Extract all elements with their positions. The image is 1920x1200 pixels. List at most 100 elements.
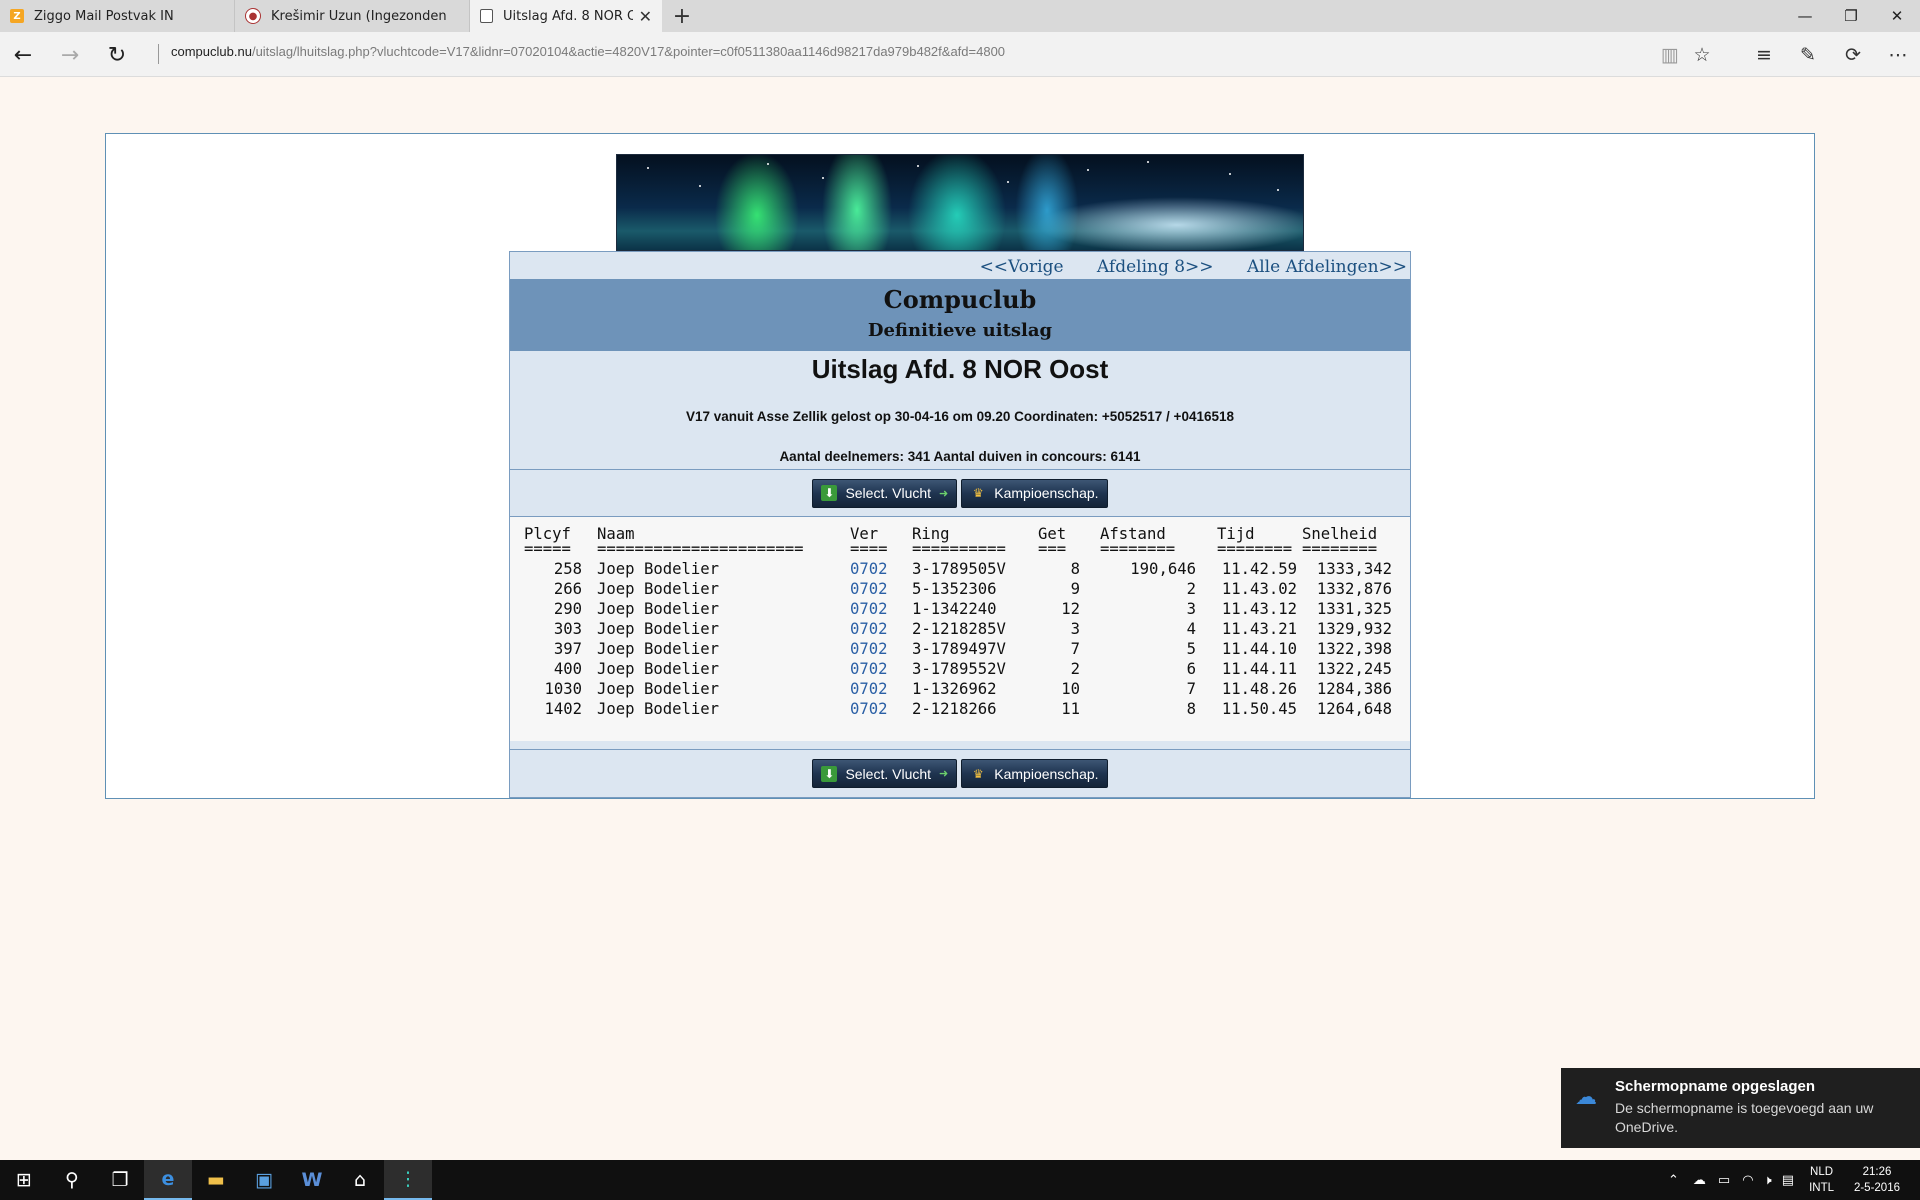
url-field[interactable]: compuclub.nu/uitslag/lhuitslag.php?vluch…: [158, 44, 1005, 64]
cell-naam: Joep Bodelier: [597, 560, 720, 578]
volume-mute-icon[interactable]: 🕨: [1764, 1173, 1772, 1188]
reading-view-icon[interactable]: ▥: [1656, 42, 1684, 68]
home-icon[interactable]: ⌂: [336, 1160, 384, 1200]
cell-tijd: 11.42.59: [1221, 560, 1297, 578]
app-tree-icon[interactable]: ⋮: [384, 1160, 432, 1200]
cell-tijd: 11.43.12: [1221, 600, 1297, 618]
aurora-banner-image: [616, 154, 1304, 251]
wifi-icon[interactable]: ◠: [1742, 1173, 1753, 1188]
cell-ver[interactable]: 0702: [850, 599, 900, 619]
cell-naam: Joep Bodelier: [597, 700, 720, 718]
cell-ring: 2-1218285V: [912, 620, 1006, 638]
all-afdelingen-link[interactable]: Alle Afdelingen>>: [1247, 257, 1407, 277]
separator: ====: [850, 540, 888, 558]
button-row-bottom: ⬇ Select. Vlucht ➜ ♛ Kampioenschap.: [510, 749, 1410, 797]
separator: ======================: [597, 540, 804, 558]
tab-title: Krešimir Uzun (Ingezonden: [271, 8, 447, 24]
clock[interactable]: 21:26 2-5-2016: [1854, 1164, 1900, 1196]
task-view-icon[interactable]: ❐: [96, 1160, 144, 1200]
table-row: 1402 Joep Bodelier 0702 2-1218266 11 8 11.50.4…: [510, 699, 1410, 719]
cell-ver[interactable]: 0702: [850, 639, 900, 659]
cell-get: 8: [1070, 560, 1080, 578]
championship-button[interactable]: ♛ Kampioenschap.: [961, 478, 1108, 508]
race-info: Uitslag Afd. 8 NOR Oost V17 vanuit Asse …: [510, 351, 1410, 469]
download-icon: ⬇: [821, 485, 838, 501]
club-name: Compuclub: [883, 285, 1037, 314]
language-indicator[interactable]: NLD INTL: [1809, 1164, 1834, 1196]
restore-icon[interactable]: ❐: [1828, 0, 1874, 32]
cell-afstand: 190,646: [1130, 560, 1196, 578]
battery-icon[interactable]: ▭: [1718, 1173, 1730, 1188]
cell-snelheid: 1329,932: [1316, 620, 1392, 638]
cell-ver[interactable]: 0702: [850, 699, 900, 719]
file-explorer-icon[interactable]: ▬: [192, 1160, 240, 1200]
cell-naam: Joep Bodelier: [597, 640, 720, 658]
select-flight-button[interactable]: ⬇ Select. Vlucht ➜: [812, 478, 958, 508]
championship-label: Kampioenschap.: [994, 765, 1099, 782]
close-window-icon[interactable]: ✕: [1874, 0, 1920, 32]
refresh-icon[interactable]: ↻: [102, 40, 132, 70]
chevron-up-icon[interactable]: ⌃: [1668, 1173, 1679, 1188]
forward-arrow-icon[interactable]: →: [55, 40, 85, 70]
edge-browser-icon[interactable]: e: [144, 1160, 192, 1200]
separator: ========: [1100, 540, 1176, 558]
participants-info: Aantal deelnemers: 341 Aantal duiven in …: [779, 449, 1141, 464]
cell-ver[interactable]: 0702: [850, 619, 900, 639]
cell-snelheid: 1322,245: [1316, 660, 1392, 678]
remote-desktop-icon[interactable]: ▣: [240, 1160, 288, 1200]
hub-icon[interactable]: ≡: [1750, 42, 1778, 68]
word-icon[interactable]: W: [288, 1160, 336, 1200]
cell-plcyf: 397: [553, 640, 582, 658]
table-separator-row: ===== ====================== ==== ======…: [510, 539, 1377, 559]
cell-ring: 3-1789505V: [912, 560, 1006, 578]
cell-plcyf: 303: [553, 620, 582, 638]
separator: =====: [524, 540, 571, 558]
cell-ver[interactable]: 0702: [850, 579, 900, 599]
close-tab-icon[interactable]: ✕: [639, 7, 652, 26]
url-domain: compuclub.nu: [171, 44, 252, 59]
action-center-icon[interactable]: ▤: [1782, 1173, 1794, 1188]
web-note-icon[interactable]: ✎: [1794, 42, 1822, 68]
results-table: Plcyf Naam Ver Ring Get Afstand Tijd Sne…: [510, 517, 1410, 741]
clock-date: 2-5-2016: [1853, 1182, 1900, 1194]
cell-tijd: 11.43.21: [1221, 620, 1297, 638]
cell-ver[interactable]: 0702: [850, 559, 900, 579]
select-flight-button-bottom[interactable]: ⬇ Select. Vlucht ➜: [812, 759, 958, 788]
onedrive-tray-icon[interactable]: ☁: [1693, 1173, 1706, 1188]
cell-afstand: 8: [1186, 700, 1196, 718]
cell-ver[interactable]: 0702: [850, 679, 900, 699]
crown-icon: ♛: [972, 766, 984, 781]
cell-tijd: 11.50.45: [1221, 700, 1297, 718]
share-icon[interactable]: ⟳: [1839, 42, 1867, 68]
next-afdeling-link[interactable]: Afdeling 8>>: [1097, 257, 1214, 277]
url-path: /uitslag/lhuitslag.php?vluchtcode=V17&li…: [251, 44, 1006, 59]
cell-naam: Joep Bodelier: [597, 580, 720, 598]
tab-uitslag[interactable]: Uitslag Afd. 8 NOR Oost ✕: [470, 0, 662, 32]
new-tab-button[interactable]: +: [662, 0, 702, 32]
keyboard-layout: INTL: [1809, 1182, 1834, 1194]
cell-plcyf: 400: [553, 660, 582, 678]
tab-ziggo-mail[interactable]: Z Ziggo Mail Postvak IN: [0, 0, 235, 32]
championship-button-bottom[interactable]: ♛ Kampioenschap.: [961, 759, 1108, 788]
tab-kresimir[interactable]: ● Krešimir Uzun (Ingezonden: [235, 0, 470, 32]
cell-get: 11: [1061, 700, 1080, 718]
tab-title: Ziggo Mail Postvak IN: [34, 8, 174, 24]
separator: ==========: [912, 540, 1006, 558]
address-bar: ← → ↻ compuclub.nu/uitslag/lhuitslag.php…: [0, 32, 1920, 77]
windows-start-icon[interactable]: ⊞: [0, 1160, 48, 1200]
more-icon[interactable]: ⋯: [1884, 42, 1912, 68]
cell-afstand: 2: [1186, 580, 1196, 598]
prev-link[interactable]: <<Vorige: [980, 257, 1064, 277]
cell-plcyf: 266: [553, 580, 582, 598]
onedrive-cloud-icon: ☁: [1575, 1084, 1597, 1109]
search-icon[interactable]: ⚲: [48, 1160, 96, 1200]
cell-afstand: 7: [1186, 680, 1196, 698]
system-tray: ⌃ ☁ ▭ ◠ 🕨 ▤: [1668, 1160, 1794, 1200]
back-arrow-icon[interactable]: ←: [8, 40, 38, 70]
favorite-star-icon[interactable]: ☆: [1688, 42, 1716, 68]
button-row-top: ⬇ Select. Vlucht ➜ ♛ Kampioenschap.: [510, 469, 1410, 517]
minimize-icon[interactable]: —: [1782, 0, 1828, 32]
cell-tijd: 11.43.02: [1221, 580, 1297, 598]
cell-ver[interactable]: 0702: [850, 659, 900, 679]
onedrive-toast[interactable]: ☁ Schermopname opgeslagen De schermopnam…: [1561, 1068, 1920, 1148]
